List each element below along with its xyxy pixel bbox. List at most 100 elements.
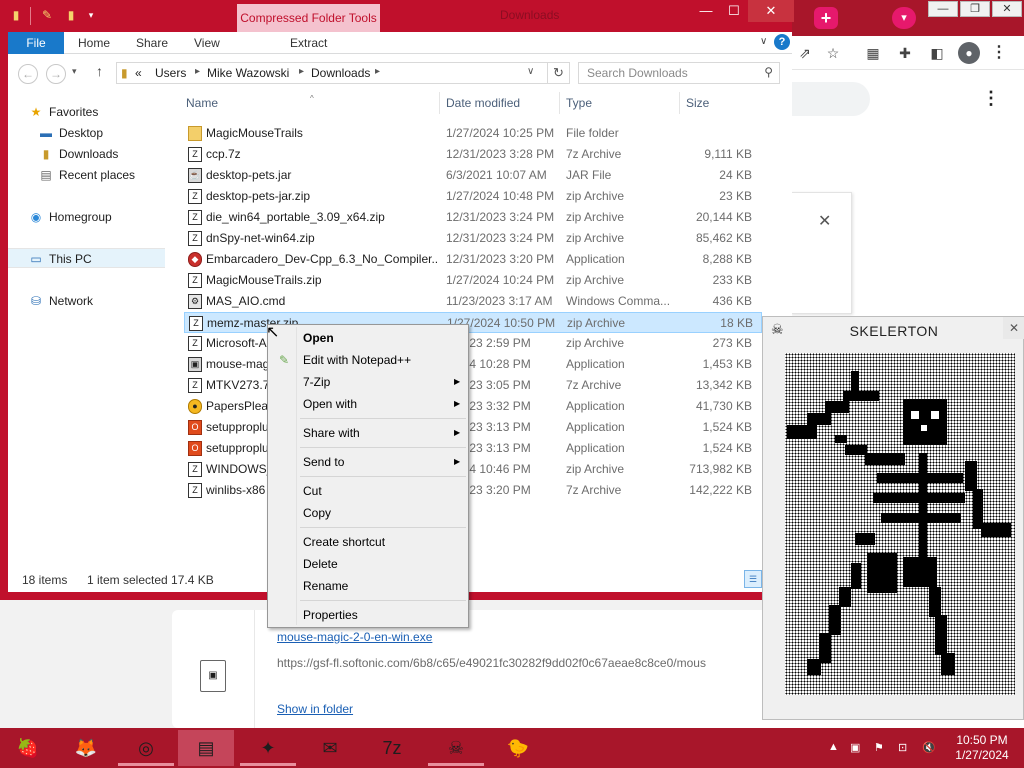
arm-bone	[825, 401, 849, 413]
system-clock[interactable]: 10:50 PM 1/27/2024	[954, 733, 1010, 763]
show-hidden-icons-icon[interactable]: ▲	[828, 741, 839, 753]
tab-home[interactable]: Home	[78, 32, 110, 54]
table-row[interactable]: ⚙ MAS_AIO.cmd 11/23/2023 3:17 AM Windows…	[184, 291, 762, 312]
menu-item-create-shortcut[interactable]: Create shortcut	[270, 531, 466, 553]
address-dropdown-icon[interactable]: ∨	[527, 66, 534, 77]
properties-icon[interactable]: ✎	[40, 8, 54, 22]
table-row[interactable]: Z MagicMouseTrails.zip 1/27/2024 10:24 P…	[184, 270, 762, 291]
address-box[interactable]: ▮ « Users ▸ Mike Wazowski ▸ Downloads ▸ …	[116, 62, 548, 84]
forward-button[interactable]: →	[46, 64, 66, 84]
breadcrumb-user[interactable]: Mike Wazowski	[207, 66, 289, 80]
new-folder-icon[interactable]: ▮	[64, 8, 78, 22]
tab-share[interactable]: Share	[136, 32, 168, 54]
breadcrumb-overflow[interactable]: «	[135, 66, 142, 80]
column-divider[interactable]	[559, 92, 560, 114]
menu-item-cut[interactable]: Cut	[270, 480, 466, 502]
file-date: 12/31/2023 3:24 PM	[446, 210, 555, 224]
nav-favorites[interactable]: ★ Favorites	[28, 102, 99, 122]
7zip-icon[interactable]: 7z	[364, 730, 420, 766]
column-divider[interactable]	[439, 92, 440, 114]
close-button[interactable]: ✕	[748, 0, 794, 22]
column-header-size[interactable]: Size	[686, 96, 709, 110]
table-row[interactable]: Z die_win64_portable_3.09_x64.zip 12/31/…	[184, 207, 762, 228]
table-row[interactable]: ☕ desktop-pets.jar 6/3/2021 10:07 AM JAR…	[184, 165, 762, 186]
recent-locations-icon[interactable]: ▾	[72, 66, 77, 77]
nav-this-pc[interactable]: ▭ This PC	[8, 248, 165, 268]
quick-access-chevron-icon[interactable]: ▾	[84, 8, 98, 22]
firefox-icon[interactable]: 🦊	[58, 730, 114, 766]
file-explorer-icon[interactable]: ▤	[178, 730, 234, 766]
desktop-pet-icon[interactable]: 🐤	[490, 730, 546, 766]
nav-homegroup[interactable]: ◉ Homegroup	[28, 207, 112, 227]
menu-item-open[interactable]: Open	[270, 327, 466, 349]
column-header-date[interactable]: Date modified	[446, 96, 520, 110]
tab-file[interactable]: File	[8, 32, 64, 54]
chevron-down-icon[interactable]: ∨	[760, 36, 767, 47]
menu-item-edit-notepad[interactable]: ✎ Edit with Notepad++	[270, 349, 466, 371]
details-view-icon[interactable]: ☰	[744, 570, 762, 588]
wifi-icon[interactable]: ⊡	[898, 741, 907, 754]
menu-item-open-with[interactable]: Open with ▶	[270, 393, 466, 415]
side-panel-icon[interactable]: ◧	[928, 44, 946, 62]
reading-list-icon[interactable]: ▦	[864, 44, 882, 62]
maximize-button[interactable]: ☐	[720, 0, 748, 22]
chevron-right-icon[interactable]: ▸	[375, 66, 380, 77]
nav-network[interactable]: ⛁ Network	[28, 291, 93, 311]
chrome-close-button[interactable]: ✕	[992, 1, 1022, 17]
nav-desktop[interactable]: ▬ Desktop	[38, 123, 103, 143]
table-row[interactable]: Z desktop-pets-jar.zip 1/27/2024 10:48 P…	[184, 186, 762, 207]
volume-icon[interactable]: 🔇	[922, 741, 936, 754]
share-icon[interactable]: ⇗	[796, 44, 814, 62]
network-tray-icon[interactable]: ▣	[850, 741, 860, 754]
profile-avatar[interactable]: ●	[958, 42, 980, 64]
mouse-magic-icon[interactable]: ✦	[240, 730, 296, 766]
help-icon[interactable]: ?	[774, 34, 790, 50]
up-button[interactable]: ↑	[96, 63, 103, 79]
column-header-name[interactable]: Name ^	[186, 94, 314, 110]
search-input[interactable]: Search Downloads ⚲	[578, 62, 780, 84]
chevron-right-icon[interactable]: ▸	[299, 66, 304, 77]
chrome-restore-button[interactable]: ❐	[960, 1, 990, 17]
refresh-button[interactable]: ↻	[548, 62, 570, 84]
download-filename-link[interactable]: mouse-magic-2-0-en-win.exe	[277, 630, 432, 644]
chevron-right-icon[interactable]: ▸	[195, 66, 200, 77]
menu-item-share-with[interactable]: Share with ▶	[270, 422, 466, 444]
table-row[interactable]: MagicMouseTrails 1/27/2024 10:25 PM File…	[184, 123, 762, 144]
skull-icon[interactable]: ☠	[428, 730, 484, 766]
chrome-icon[interactable]: ◎	[118, 730, 174, 766]
close-icon[interactable]: ✕	[818, 211, 831, 231]
table-row[interactable]: ◆ Embarcadero_Dev-Cpp_6.3_No_Compiler...…	[184, 249, 762, 270]
search-icon[interactable]: ⚲	[764, 65, 773, 79]
minimize-button[interactable]: —	[692, 0, 720, 22]
column-header-type[interactable]: Type	[566, 96, 592, 110]
tab-extract[interactable]: Extract	[290, 32, 327, 54]
action-center-icon[interactable]: ⚑	[874, 741, 884, 754]
show-in-folder-link[interactable]: Show in folder	[277, 702, 353, 716]
new-tab-button[interactable]: +	[814, 7, 838, 29]
start-button[interactable]: 🍓	[0, 730, 56, 766]
page-menu-icon[interactable]: ⋮	[982, 88, 1000, 109]
tab-search-button[interactable]: ▾	[892, 7, 916, 29]
back-button[interactable]: ←	[18, 64, 38, 84]
menu-item-delete[interactable]: Delete	[270, 553, 466, 575]
menu-item-7zip[interactable]: 7-Zip ▶	[270, 371, 466, 393]
chrome-menu-icon[interactable]: ⋮	[990, 44, 1008, 62]
menu-item-copy[interactable]: Copy	[270, 502, 466, 524]
outlook-icon[interactable]: ✉	[302, 730, 358, 766]
nav-recent-places[interactable]: ▤ Recent places	[38, 165, 135, 185]
table-row[interactable]: Z ccp.7z 12/31/2023 3:28 PM 7z Archive 9…	[184, 144, 762, 165]
omnibox-placeholder[interactable]	[790, 82, 870, 116]
nav-downloads[interactable]: ▮ Downloads	[38, 144, 119, 164]
menu-item-send-to[interactable]: Send to ▶	[270, 451, 466, 473]
breadcrumb-downloads[interactable]: Downloads	[311, 66, 370, 80]
close-button[interactable]: ✕	[1003, 317, 1024, 339]
bookmark-star-icon[interactable]: ☆	[824, 44, 842, 62]
tab-view[interactable]: View	[194, 32, 220, 54]
chrome-minimize-button[interactable]: —	[928, 1, 958, 17]
menu-item-properties[interactable]: Properties	[270, 604, 466, 626]
breadcrumb-users[interactable]: Users	[155, 66, 186, 80]
extensions-icon[interactable]: ✚	[896, 44, 914, 62]
table-row[interactable]: Z dnSpy-net-win64.zip 12/31/2023 3:24 PM…	[184, 228, 762, 249]
menu-item-rename[interactable]: Rename	[270, 575, 466, 597]
column-divider[interactable]	[679, 92, 680, 114]
